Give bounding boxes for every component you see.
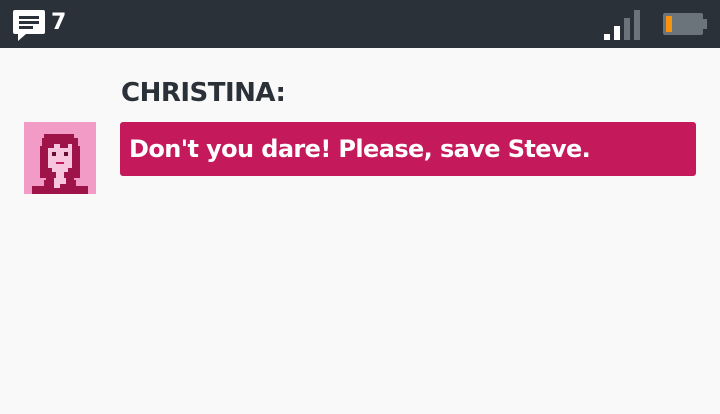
dialogue-text: Don't you dare! Please, save Steve. [129, 135, 591, 163]
speaker-name: CHRISTINA: [121, 78, 286, 108]
battery-low-icon [663, 13, 707, 35]
signal-strength-icon [604, 10, 640, 40]
message-count: 7 [51, 10, 67, 35]
dialogue-area: CHRISTINA: Don't you dare! Please, save … [0, 48, 720, 414]
status-bar: 7 [0, 0, 720, 48]
christina-portrait-icon [24, 122, 96, 194]
chat-bubble-icon[interactable] [12, 8, 46, 42]
dialogue-bubble[interactable]: Don't you dare! Please, save Steve. [120, 122, 696, 176]
